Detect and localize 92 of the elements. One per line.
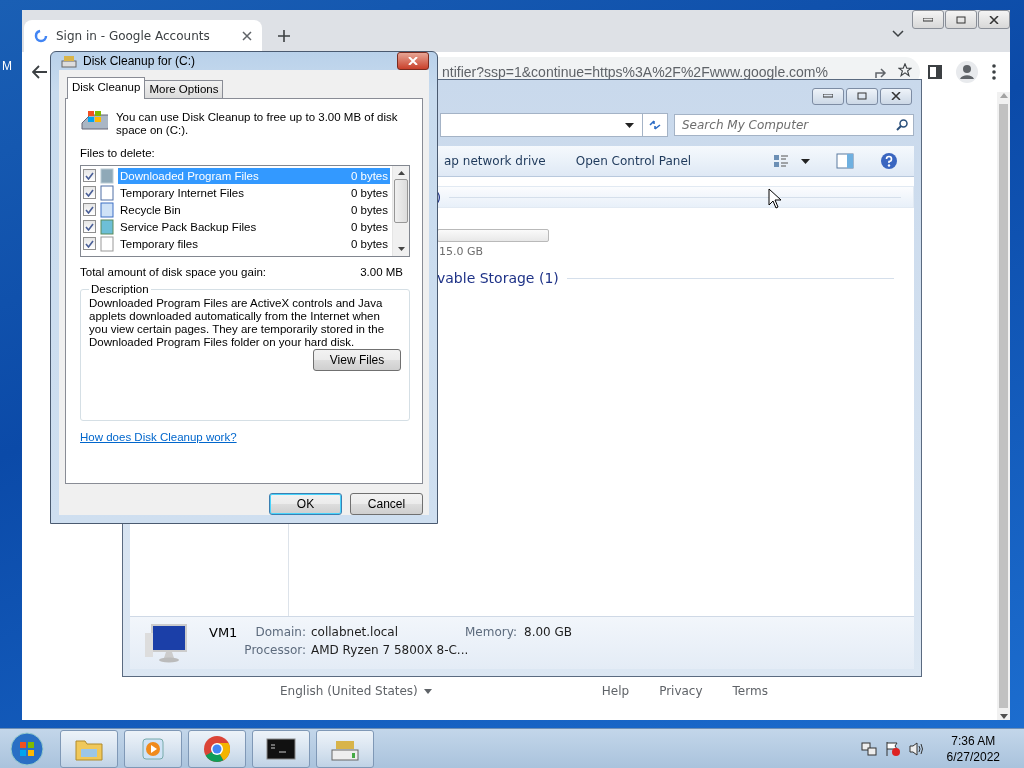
menu-icon[interactable] xyxy=(992,64,996,80)
file-type-icon xyxy=(100,167,114,184)
refresh-icon xyxy=(648,119,662,131)
computer-icon xyxy=(144,623,188,663)
file-type-icon xyxy=(100,184,114,201)
minimize-button[interactable] xyxy=(912,10,944,29)
star-icon[interactable] xyxy=(898,63,912,77)
section-title[interactable]: vable Storage (1) xyxy=(437,270,559,286)
group-title: Description xyxy=(90,283,150,295)
files-label: Files to delete: xyxy=(80,147,156,159)
file-type-icon xyxy=(100,218,114,235)
detail-label: Domain: xyxy=(254,625,306,641)
checkbox[interactable] xyxy=(83,169,96,182)
detail-label: Memory: xyxy=(464,625,518,641)
scroll-thumb[interactable] xyxy=(394,179,408,223)
dropdown-icon[interactable] xyxy=(801,158,810,164)
view-options-icon[interactable] xyxy=(773,153,789,169)
mouse-cursor-icon xyxy=(768,188,782,209)
flag-icon[interactable] xyxy=(884,741,901,757)
scrollbar[interactable] xyxy=(392,166,409,256)
desktop-icon-label[interactable]: M xyxy=(2,59,12,73)
close-button[interactable] xyxy=(978,10,1010,29)
dropdown-icon[interactable] xyxy=(625,122,634,128)
side-panel-icon[interactable] xyxy=(928,65,942,79)
dialog-tab[interactable]: Disk Cleanup xyxy=(67,77,146,99)
checkbox[interactable] xyxy=(83,237,96,250)
back-arrow-icon[interactable] xyxy=(32,65,48,79)
maximize-icon xyxy=(857,92,867,100)
footer-link[interactable]: Privacy xyxy=(659,684,703,698)
how-it-works-link[interactable]: How does Disk Cleanup work? xyxy=(80,431,237,443)
language-selector[interactable]: English (United States) xyxy=(280,684,432,698)
disk-cleanup-icon xyxy=(61,54,77,68)
toolbar-command[interactable]: ap network drive xyxy=(444,154,546,168)
detail-value: 8.00 GB xyxy=(524,625,574,641)
clock-date[interactable]: 6/27/2022 xyxy=(946,750,1000,764)
checkbox[interactable] xyxy=(83,203,96,216)
file-type-icon xyxy=(100,201,114,218)
minimize-icon xyxy=(823,94,833,98)
chevron-down-icon[interactable] xyxy=(892,30,904,38)
search-icon[interactable] xyxy=(896,119,908,131)
chrome-icon xyxy=(203,735,231,763)
detail-label: Processor: xyxy=(243,643,306,659)
window-title: Disk Cleanup for (C:) xyxy=(83,54,197,68)
file-category-item[interactable]: Service Pack Backup Files 0 bytes xyxy=(118,218,390,235)
description-text: Downloaded Program Files are ActiveX controls and Java applets downloaded automatically from the Internet when you view certain pages. They are temporarily stored in the Downloaded Program Files folder on your hard disk. xyxy=(89,297,386,349)
dialog-button[interactable]: OK xyxy=(269,493,342,515)
volume-icon[interactable] xyxy=(908,741,925,757)
start-button[interactable] xyxy=(8,730,46,768)
close-button[interactable] xyxy=(880,87,912,105)
dialog-tab[interactable]: More Options xyxy=(144,80,224,98)
checkbox[interactable] xyxy=(83,220,96,233)
scroll-up-icon[interactable] xyxy=(397,171,405,175)
footer-link[interactable]: Help xyxy=(601,684,630,698)
toolbar-command[interactable]: Open Control Panel xyxy=(575,154,692,168)
caret-icon xyxy=(423,688,432,694)
minimize-icon xyxy=(923,17,933,22)
dialog-button[interactable]: Cancel xyxy=(350,493,423,515)
checkbox[interactable] xyxy=(83,186,96,199)
close-icon[interactable] xyxy=(242,31,252,41)
browser-tab[interactable]: Sign in - Google Accounts xyxy=(24,20,262,52)
network-icon[interactable] xyxy=(860,741,877,757)
address-field[interactable] xyxy=(440,113,668,137)
close-icon xyxy=(408,57,418,65)
new-tab-icon[interactable] xyxy=(277,29,291,43)
clock-time[interactable]: 7:36 AM xyxy=(951,734,996,748)
folder-icon xyxy=(75,737,103,761)
terminal-icon xyxy=(266,738,296,760)
scrollbar[interactable] xyxy=(997,92,1010,720)
search-field[interactable]: Search My Computer xyxy=(674,114,914,136)
media-player-icon xyxy=(141,737,165,761)
detail-value: collabnet.local xyxy=(311,625,400,641)
close-icon xyxy=(989,15,999,24)
taskbar-app-button[interactable] xyxy=(252,730,310,768)
drive-size-text: 15.0 GB xyxy=(439,245,485,258)
footer-link[interactable]: Terms xyxy=(732,684,768,698)
minimize-button[interactable] xyxy=(812,87,844,105)
file-type-icon xyxy=(100,235,114,252)
maximize-icon xyxy=(956,15,966,24)
avatar-icon[interactable] xyxy=(956,61,978,83)
help-icon[interactable] xyxy=(880,152,898,170)
total-label: Total amount of disk space you gain: xyxy=(80,266,267,278)
close-icon xyxy=(891,92,901,100)
intro-text: You can use Disk Cleanup to free up to 3.00 MB of disk space on (C:). xyxy=(116,110,399,137)
total-value: 3.00 MB xyxy=(360,266,403,278)
scroll-down-icon[interactable] xyxy=(397,247,405,251)
file-category-item[interactable]: Temporary files 0 bytes xyxy=(118,235,390,252)
view-files-button[interactable]: View Files xyxy=(313,349,401,371)
detail-value: AMD Ryzen 7 5800X 8-C... xyxy=(311,643,470,659)
computer-name: VM1 xyxy=(209,625,239,642)
scroll-down-icon[interactable] xyxy=(999,712,1008,720)
windows-orb-icon xyxy=(10,732,44,766)
close-button[interactable] xyxy=(397,52,429,70)
